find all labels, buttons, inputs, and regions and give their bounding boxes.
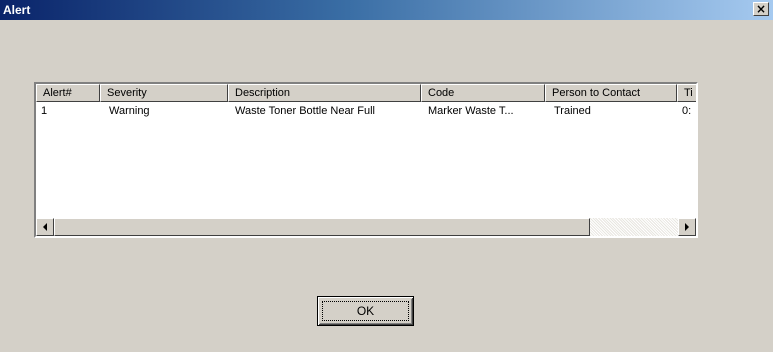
column-header-alert-number[interactable]: Alert# [36,84,100,102]
window-title: Alert [3,3,31,17]
list-header: Alert# Severity Description Code Person … [36,84,696,102]
column-header-person-to-contact[interactable]: Person to Contact [545,84,677,102]
close-icon: × [755,2,767,16]
cell-person-to-contact: Trained [554,105,591,117]
focus-rectangle [322,301,409,321]
column-header-description[interactable]: Description [228,84,421,102]
close-button[interactable]: × [753,2,769,16]
cell-time: 0: [682,105,692,117]
cell-severity: Warning [109,105,150,117]
cell-description: Waste Toner Bottle Near Full [235,105,376,117]
column-header-time[interactable]: Ti [677,84,696,102]
scroll-left-arrow-icon [43,223,47,231]
scroll-left-button[interactable] [36,218,54,236]
title-bar: Alert × [0,0,773,20]
scroll-right-button[interactable] [678,218,696,236]
cell-code: Marker Waste T... [428,105,514,117]
horizontal-scrollbar[interactable] [36,218,696,236]
table-row[interactable]: 1 Warning Waste Toner Bottle Near Full M… [36,103,696,119]
column-header-code[interactable]: Code [421,84,545,102]
scroll-right-arrow-icon [685,223,689,231]
column-header-severity[interactable]: Severity [100,84,228,102]
alert-list-view[interactable]: Alert# Severity Description Code Person … [34,82,698,238]
scroll-thumb[interactable] [54,218,590,236]
cell-alert-number: 1 [41,105,48,117]
ok-button[interactable]: OK [317,296,414,326]
